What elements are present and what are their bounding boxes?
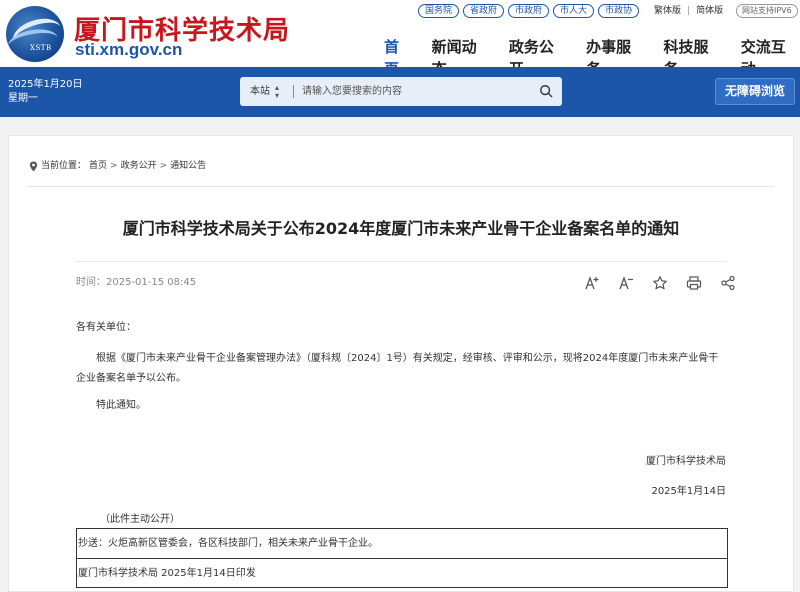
logo-text: XSTB — [30, 44, 52, 52]
gov-link-city[interactable]: 市政府 — [508, 4, 550, 18]
gov-link-cppcc[interactable]: 市政协 — [598, 4, 640, 18]
font-decrease-button[interactable] — [609, 274, 643, 292]
traditional-chinese-link[interactable]: 繁体版 — [654, 4, 681, 18]
logo-swoosh — [6, 25, 60, 59]
gov-link-province[interactable]: 省政府 — [463, 4, 505, 18]
search-input[interactable] — [302, 81, 528, 102]
title-divider — [76, 261, 727, 262]
cc-row: 抄送：火炬高新区管委会，各区科技部门，相关未来产业骨干企业。 — [78, 538, 378, 549]
signature-date: 2025年1月14日 — [651, 486, 726, 497]
article-title: 厦门市科学技术局关于公布2024年度厦门市未来产业骨干企业备案名单的通知 — [122, 219, 680, 238]
site-domain: sti.xm.gov.cn — [75, 40, 183, 59]
search-scope-label: 本站 — [250, 86, 270, 97]
search-icon[interactable] — [539, 84, 553, 98]
lang-divider: | — [687, 6, 691, 16]
breadcrumb-separator: > — [110, 161, 118, 171]
share-button[interactable] — [711, 274, 745, 292]
gov-link-state-council[interactable]: 国务院 — [418, 4, 460, 18]
article-card: 当前位置： 首页 > 政务公开 > 通知公告 厦门市科学技术局关于公布2024年… — [8, 135, 794, 592]
publish-time: 时间：2025-01-15 08:45 — [76, 276, 196, 290]
article-tools — [575, 274, 745, 292]
main-paragraph: 根据《厦门市未来产业骨干企业备案管理办法》（厦科规〔2024〕1号）有关规定，经… — [76, 353, 719, 384]
search-bar-strip: 2025年1月20日 星期一 本站 ▴▾ 无障碍浏览 — [0, 67, 800, 117]
site-logo[interactable]: XSTB — [6, 6, 64, 62]
breadcrumb-home[interactable]: 首页 — [89, 160, 107, 172]
search-scope-select[interactable]: 本站 ▴ ▾ — [250, 77, 279, 106]
location-pin-icon — [29, 161, 38, 171]
accessibility-button[interactable]: 无障碍浏览 — [715, 78, 795, 105]
publish-time-label: 时间： — [76, 277, 106, 288]
breadcrumb-separator: > — [159, 161, 168, 171]
up-down-arrow-icon: ▴ ▾ — [275, 82, 280, 100]
breadcrumb-gov-affairs[interactable]: 政务公开 — [121, 160, 157, 172]
weekday-text: 星期一 — [8, 93, 38, 104]
gov-links: 国务院 省政府 市政府 市人大 市政协 — [418, 4, 640, 18]
notice-line: 特此通知。 — [96, 400, 146, 411]
current-date: 2025年1月20日 星期一 — [8, 78, 83, 106]
site-header: XSTB 厦门市科学技术局 sti.xm.gov.cn 国务院 省政府 市政府 … — [0, 0, 800, 78]
publish-time-value: 2025-01-15 08:45 — [106, 277, 197, 288]
printer-icon — [686, 276, 702, 290]
search-box: 本站 ▴ ▾ — [240, 77, 562, 106]
breadcrumb-divider — [28, 186, 774, 187]
font-decrease-icon — [619, 276, 633, 290]
font-increase-button[interactable] — [575, 274, 609, 292]
ipv6-badge: 网站支持IPV6 — [736, 4, 798, 18]
breadcrumb-label: 当前位置： — [41, 161, 87, 171]
font-increase-icon — [585, 276, 599, 290]
gov-link-npc[interactable]: 市人大 — [553, 4, 595, 18]
star-icon — [653, 276, 667, 290]
share-icon — [721, 275, 735, 291]
greeting: 各有关单位： — [76, 322, 136, 333]
search-divider — [293, 85, 294, 98]
print-info-row: 厦门市科学技术局 2025年1月14日印发 — [77, 558, 727, 587]
signature-org: 厦门市科学技术局 — [646, 456, 726, 467]
disclosure-note: （此件主动公开） — [100, 514, 180, 525]
favorite-button[interactable] — [643, 274, 677, 292]
breadcrumb-notices[interactable]: 通知公告 — [170, 160, 206, 172]
print-button[interactable] — [677, 274, 711, 292]
simplified-chinese-link[interactable]: 简体版 — [696, 4, 723, 18]
breadcrumb: 当前位置： 首页 > 政务公开 > 通知公告 — [29, 160, 206, 172]
language-switch: 繁体版 | 简体版 — [654, 4, 723, 18]
cc-table: 抄送：火炬高新区管委会，各区科技部门，相关未来产业骨干企业。 厦门市科学技术局 … — [76, 528, 728, 588]
date-text: 2025年1月20日 — [8, 79, 83, 90]
